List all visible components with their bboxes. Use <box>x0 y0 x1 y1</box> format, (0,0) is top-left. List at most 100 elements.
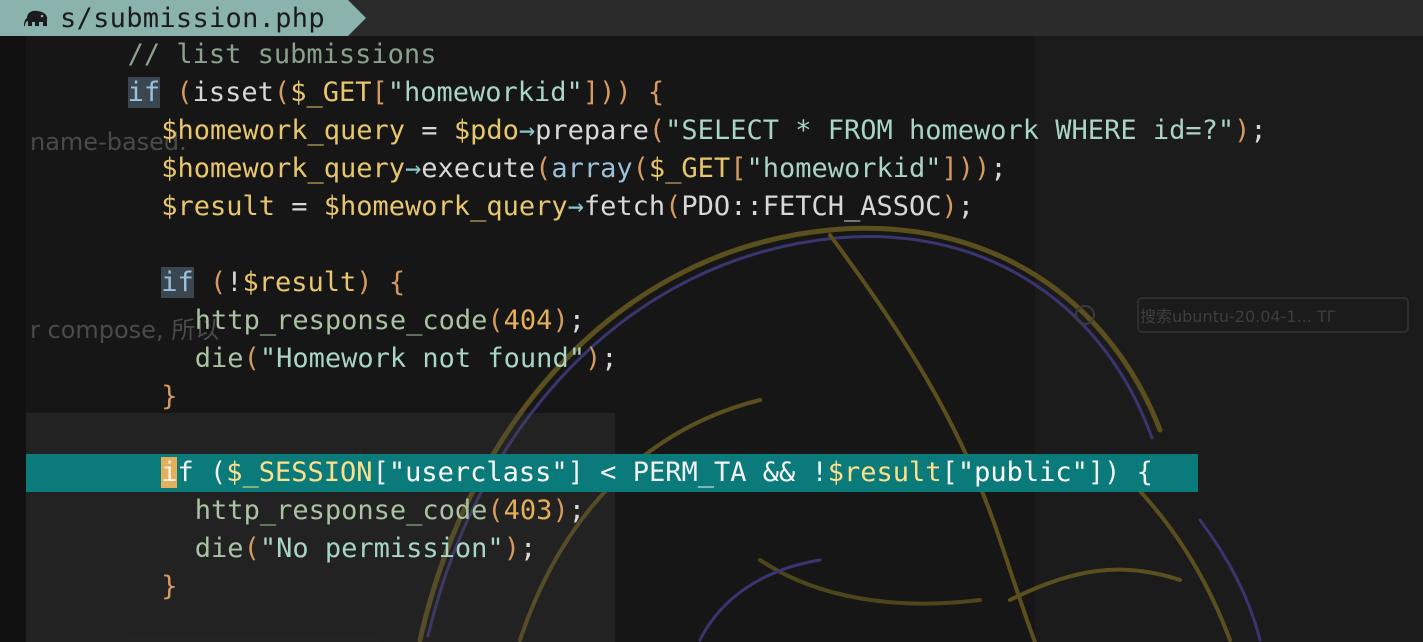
code-token: 404 <box>503 305 553 336</box>
buffer-filename: s/submission.php <box>60 2 325 34</box>
code-token: ( <box>243 533 260 564</box>
code-token: if <box>127 77 161 108</box>
code-token: = <box>274 191 324 222</box>
code-line[interactable]: http_response_code(404); <box>26 302 1423 340</box>
code-token: fetch <box>583 191 666 222</box>
tab-separator <box>348 0 366 36</box>
code-token: [ <box>371 77 388 108</box>
code-token: [ <box>372 457 389 488</box>
code-token: ( <box>632 153 649 184</box>
code-token: "public" <box>957 457 1088 488</box>
code-token: "SELECT * FROM homework WHERE id=?" <box>665 115 1235 146</box>
code-token: f <box>177 457 194 488</box>
code-token: $result <box>161 191 275 222</box>
code-token: ( <box>243 343 260 374</box>
code-token: → <box>567 191 584 222</box>
code-token: ( <box>209 457 227 488</box>
code-token: → <box>405 153 422 184</box>
code-token: PERM_TA <box>632 457 747 488</box>
code-line[interactable]: } <box>26 568 1423 606</box>
code-line[interactable]: http_response_code(403); <box>26 492 1423 530</box>
code-line[interactable]: $homework_query→execute(array($_GET["hom… <box>26 150 1423 188</box>
code-line[interactable]: } <box>26 378 1423 416</box>
code-token: )) <box>599 77 632 108</box>
code-token: [ <box>730 153 747 184</box>
code-token: ) <box>1234 115 1251 146</box>
code-token: { <box>647 77 665 108</box>
code-token: execute <box>421 153 536 184</box>
code-token: → <box>518 115 536 146</box>
code-token: 403 <box>503 495 553 526</box>
code-token: http_response_code <box>194 495 488 526</box>
code-token: < <box>583 457 633 488</box>
code-token: $homework_query <box>161 153 406 184</box>
code-token: $_GET <box>290 77 372 108</box>
code-token: ) <box>552 495 569 526</box>
code-line[interactable]: if (!$result) { <box>26 264 1423 302</box>
code-token: http_response_code <box>194 305 488 336</box>
code-token: [ <box>941 457 958 488</box>
code-token: { <box>1136 457 1153 488</box>
code-token: PDO::FETCH_ASSOC <box>681 191 942 222</box>
code-editor[interactable]: // list submissions if (isset($_GET["home… <box>26 36 1423 642</box>
code-token: $homework_query <box>161 115 406 146</box>
code-token: prepare <box>535 115 649 146</box>
code-token: ( <box>648 115 666 146</box>
code-token: ( <box>665 191 682 222</box>
sign-column <box>0 36 26 642</box>
code-token: )) <box>957 153 991 184</box>
code-token: isset <box>192 77 274 108</box>
code-line[interactable]: $result = $homework_query→fetch(PDO::FET… <box>26 188 1423 226</box>
code-token: ) <box>503 533 520 564</box>
code-line[interactable]: die("Homework not found"); <box>26 340 1423 378</box>
code-token: ( <box>176 77 193 108</box>
code-token: ; <box>990 153 1007 184</box>
current-line[interactable]: if ($_SESSION["userclass"] < PERM_TA && … <box>26 454 1198 492</box>
code-token: ) <box>356 267 373 298</box>
code-line[interactable] <box>26 416 1423 454</box>
code-token: ] <box>582 77 600 108</box>
code-token: $result <box>827 457 942 488</box>
code-line[interactable]: $homework_query = $pdo→prepare("SELECT *… <box>26 112 1423 150</box>
code-line[interactable]: // list submissions <box>26 36 1423 74</box>
code-token: "homeworkid" <box>746 153 942 184</box>
code-token: die <box>194 533 244 564</box>
code-token: } <box>161 571 178 602</box>
code-line[interactable]: if (isset($_GET["homeworkid"])) { <box>26 74 1423 112</box>
buffer-tab[interactable]: s/submission.php <box>0 0 348 36</box>
code-token: ( <box>535 153 552 184</box>
code-line[interactable]: die("No permission"); <box>26 530 1423 568</box>
code-token: = <box>405 115 454 146</box>
code-line[interactable] <box>26 226 1423 264</box>
code-token: { <box>388 267 406 298</box>
code-token: ! <box>226 267 243 298</box>
text-cursor: i <box>161 457 178 488</box>
code-token: die <box>194 343 244 374</box>
code-token: $result <box>242 267 357 298</box>
code-token: ( <box>487 495 504 526</box>
code-token: array <box>551 153 633 184</box>
code-token: "No permission" <box>259 533 504 564</box>
tabline: s/submission.php <box>0 0 1423 36</box>
code-token: if <box>161 267 194 298</box>
code-token: ] <box>941 153 958 184</box>
code-token: ; <box>519 533 537 564</box>
code-token: ; <box>957 191 975 222</box>
code-token: $homework_query <box>323 191 568 222</box>
code-token: ) <box>584 343 602 374</box>
code-token: ; <box>601 343 618 374</box>
code-token: "homeworkid" <box>387 77 583 108</box>
code-token: && <box>746 457 812 488</box>
code-token: $_SESSION <box>226 457 373 488</box>
code-token: ]) <box>1087 457 1121 488</box>
code-token: ; <box>568 305 585 336</box>
code-token: // list submissions <box>127 39 437 70</box>
code-token: ) <box>552 305 569 336</box>
code-token: ( <box>273 77 291 108</box>
code-token: ( <box>487 305 504 336</box>
code-token: } <box>161 381 178 412</box>
code-token: ( <box>209 267 227 298</box>
